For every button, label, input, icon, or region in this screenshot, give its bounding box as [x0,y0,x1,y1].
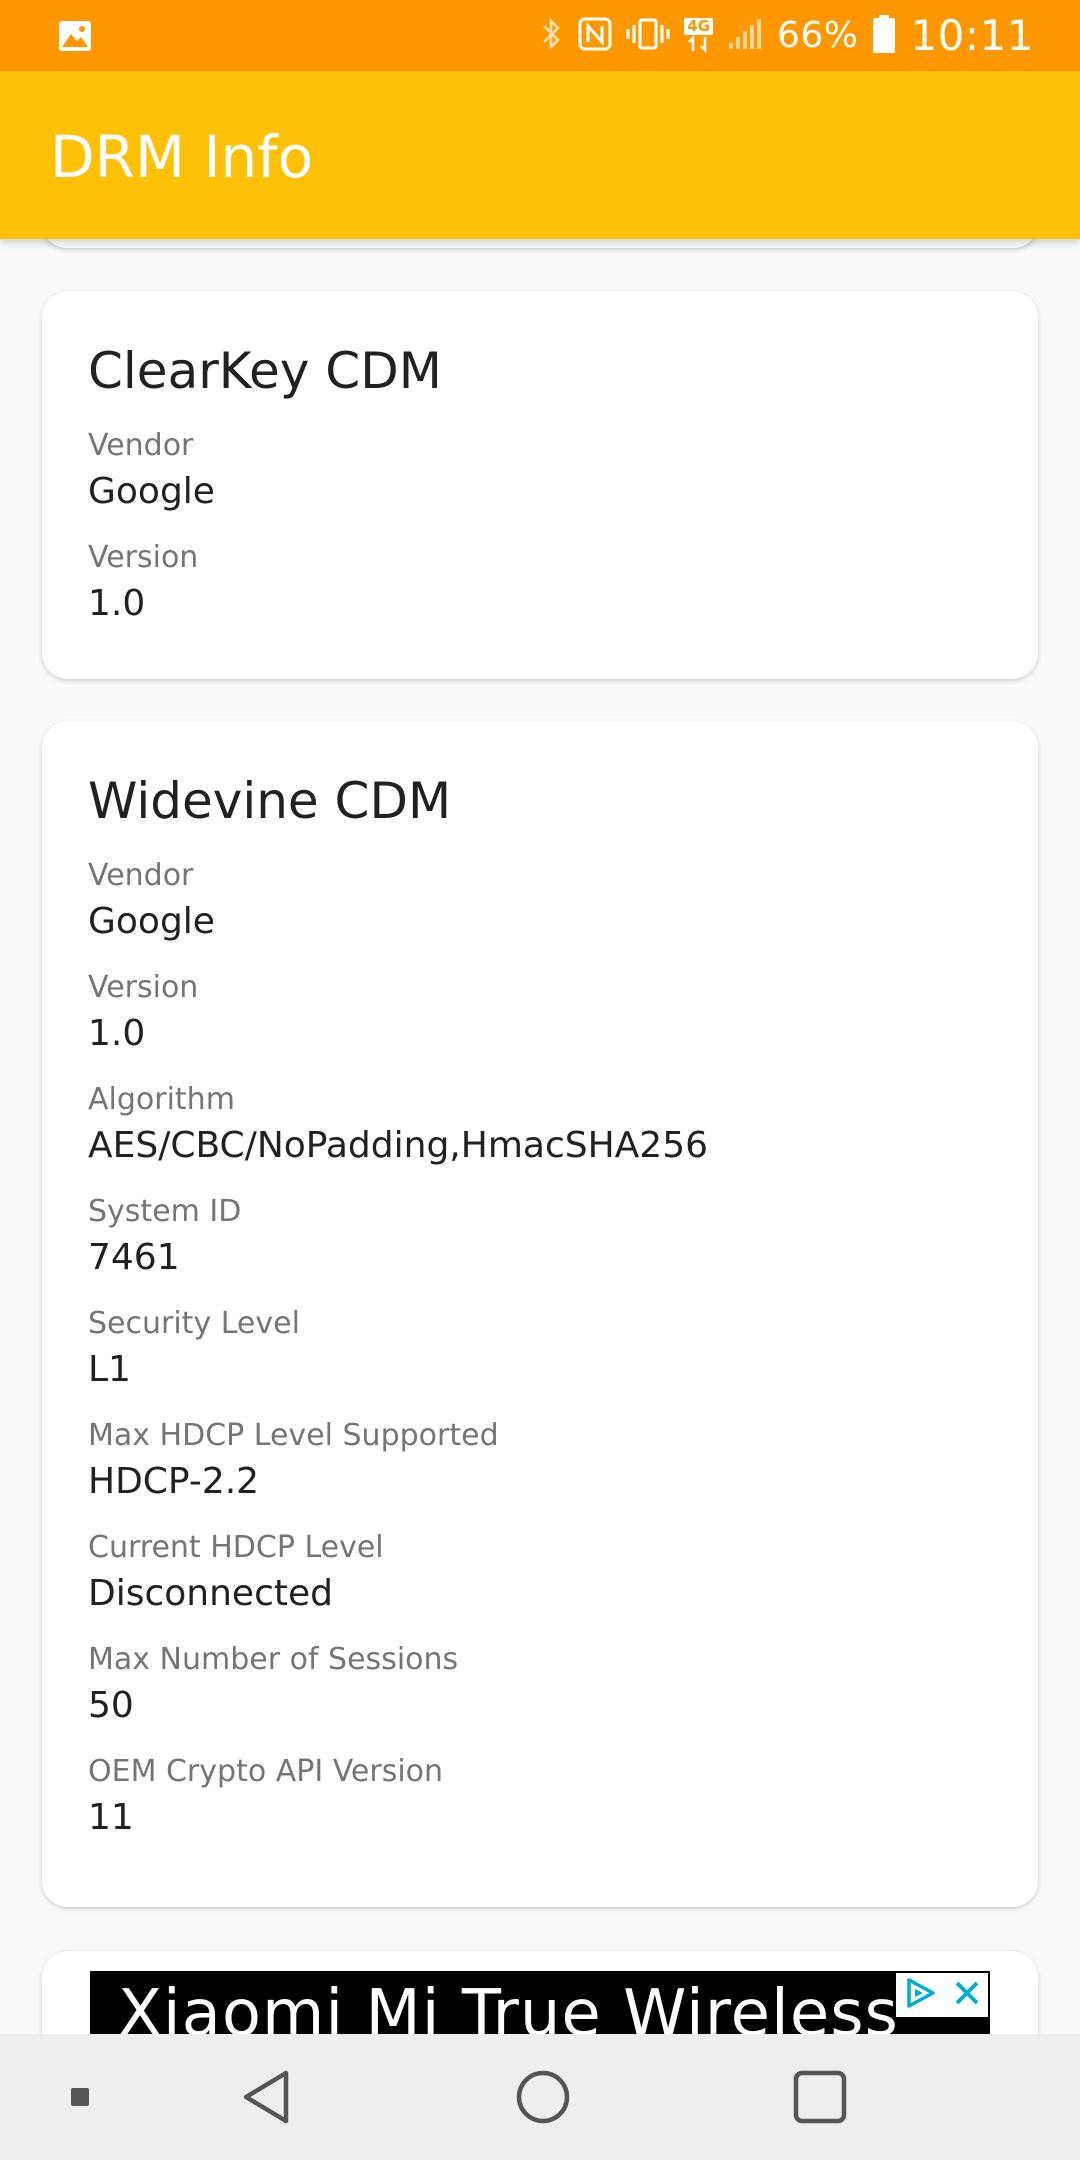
field-label: Vendor [88,428,194,463]
scroll-content[interactable]: ClearKey CDM Vendor Google Version 1.0 W… [0,239,1080,2034]
recents-icon [793,2070,847,2124]
field-version: Version 1.0 [88,967,992,1059]
home-icon [516,2070,570,2124]
battery-icon [872,14,896,58]
ad-banner[interactable]: Xiaomi Mi True Wireless [90,1971,990,2034]
back-button[interactable] [216,2034,316,2160]
field-security-level: Security Level L1 [88,1303,992,1395]
field-vendor: Vendor Google [88,425,992,517]
partial-card [42,239,1038,248]
home-button[interactable] [493,2034,593,2160]
field-value: 7461 [88,1237,180,1278]
field-value: 11 [88,1797,134,1838]
field-current-hdcp: Current HDCP Level Disconnected [88,1527,992,1619]
field-label: OEM Crypto API Version [88,1754,444,1789]
battery-percent: 66% [776,15,859,56]
signal-icon [727,17,763,55]
field-label: Security Level [88,1306,300,1341]
status-clock: 10:11 [910,11,1034,60]
field-label: Max Number of Sessions [88,1642,459,1677]
app-title: DRM Info [50,123,314,191]
widevine-card: Widevine CDM Vendor Google Version 1.0 A… [42,721,1038,1907]
field-value: HDCP-2.2 [88,1461,260,1502]
nfc-icon [578,17,612,55]
navigation-bar [0,2034,1080,2160]
recents-button[interactable] [770,2034,870,2160]
field-label: Current HDCP Level [88,1530,384,1565]
gallery-notification-icon [58,19,92,57]
field-value: Disconnected [88,1573,333,1614]
field-value: 1.0 [88,1013,146,1054]
field-value: 50 [88,1685,134,1726]
field-algorithm: Algorithm AES/CBC/NoPadding,HmacSHA256 [88,1079,992,1171]
clearkey-card: ClearKey CDM Vendor Google Version 1.0 [42,291,1038,679]
ad-close-icon[interactable] [952,1978,982,2012]
ad-choices-icon[interactable] [903,1976,939,2014]
field-value: 1.0 [88,583,146,624]
field-max-sessions: Max Number of Sessions 50 [88,1639,992,1731]
status-bar: 4G 66% 10:11 [0,0,1080,71]
ad-card: Xiaomi Mi True Wireless [42,1951,1038,2034]
field-system-id: System ID 7461 [88,1191,992,1283]
field-label: Max HDCP Level Supported [88,1418,499,1453]
network-type-label: 4G [684,18,713,35]
bluetooth-icon [540,16,564,56]
field-value: L1 [88,1349,131,1390]
nav-indicator-dot [40,2034,120,2160]
ad-text: Xiaomi Mi True Wireless [118,1977,899,2034]
ad-choices-badge[interactable] [896,1973,988,2017]
app-bar: DRM Info [0,71,1080,239]
field-label: System ID [88,1194,242,1229]
back-icon [243,2070,289,2124]
field-label: Vendor [88,858,194,893]
field-value: Google [88,471,215,512]
field-max-hdcp: Max HDCP Level Supported HDCP-2.2 [88,1415,992,1507]
field-version: Version 1.0 [88,537,992,629]
field-label: Algorithm [88,1082,235,1117]
network-4g-icon: 4G [684,18,713,53]
field-value: AES/CBC/NoPadding,HmacSHA256 [88,1125,708,1166]
field-vendor: Vendor Google [88,855,992,947]
field-value: Google [88,901,215,942]
vibrate-icon [626,17,670,55]
field-label: Version [88,970,199,1005]
card-title: Widevine CDM [88,772,452,830]
field-oem-crypto: OEM Crypto API Version 11 [88,1751,992,1843]
field-label: Version [88,540,199,575]
card-title: ClearKey CDM [88,342,442,400]
